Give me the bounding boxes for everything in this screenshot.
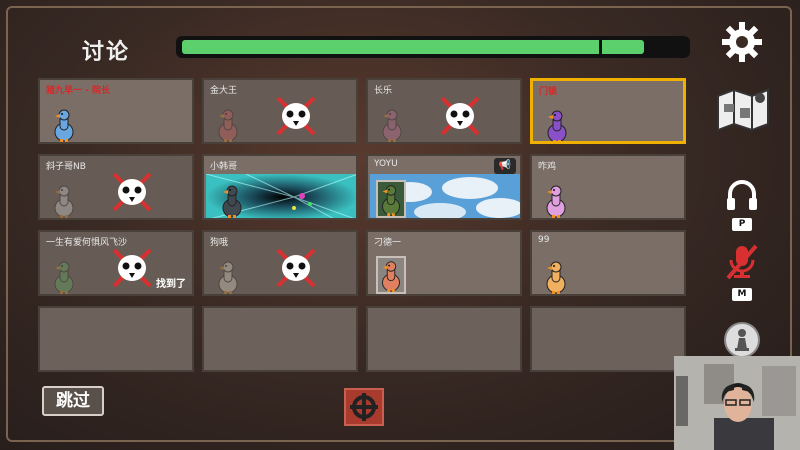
headphones-icon[interactable] xyxy=(724,178,760,212)
player-name: 金大王 xyxy=(210,86,238,96)
goose-avatar xyxy=(216,258,240,294)
megaphone-icon: 📢 xyxy=(494,158,516,174)
pawn-icon[interactable] xyxy=(724,322,760,358)
player-name: 门锁 xyxy=(539,87,558,97)
dead-skull-icon xyxy=(274,94,318,138)
player-card: 一生有爱何惧风飞沙找到了 xyxy=(38,230,194,296)
player-name: 斜子哥NB xyxy=(46,162,86,172)
player-card[interactable]: 咋鸡 xyxy=(530,154,686,220)
timer-fill xyxy=(182,40,644,54)
player-card[interactable]: 📢 YOYU xyxy=(366,154,522,220)
gear-icon[interactable] xyxy=(720,20,764,64)
player-name: 刁德一 xyxy=(374,238,402,248)
player-card[interactable]: 门锁 xyxy=(530,78,686,144)
player-name: 长乐 xyxy=(374,86,393,96)
player-name: 一生有爱何惧风飞沙 xyxy=(46,238,128,248)
empty-slot xyxy=(530,306,686,372)
meeting-title: 讨论 xyxy=(82,40,131,65)
dead-skull-icon xyxy=(110,170,154,214)
found-body-label: 找到了 xyxy=(156,279,186,290)
skip-vote-icon[interactable] xyxy=(344,388,384,426)
map-icon[interactable] xyxy=(714,86,772,132)
player-name: 狗哦 xyxy=(210,238,229,248)
discussion-timer xyxy=(176,36,690,58)
player-name: 猪九早一 - 院长 xyxy=(46,86,111,96)
timer-marker xyxy=(598,38,602,56)
skip-button[interactable]: 跳过 xyxy=(42,386,104,416)
player-name: 99 xyxy=(538,235,550,245)
voice-key-badge: P xyxy=(732,218,752,231)
player-card[interactable]: 99 xyxy=(530,230,686,296)
goose-avatar xyxy=(216,106,240,142)
player-card: 狗哦 xyxy=(202,230,358,296)
player-card: 长乐 xyxy=(366,78,522,144)
player-card[interactable]: 小韩哥 xyxy=(202,154,358,220)
dead-skull-icon xyxy=(110,246,154,290)
goose-avatar xyxy=(52,182,76,218)
mic-key-badge: M xyxy=(732,288,752,301)
player-card[interactable]: 猪九早一 - 院长 xyxy=(38,78,194,144)
dead-skull-icon xyxy=(438,94,482,138)
webcam-overlay xyxy=(674,356,800,450)
goose-avatar xyxy=(544,182,568,218)
empty-slot xyxy=(202,306,358,372)
empty-slot xyxy=(366,306,522,372)
player-name: YOYU xyxy=(374,159,398,169)
player-name: 小韩哥 xyxy=(210,162,238,172)
goose-avatar xyxy=(52,258,76,294)
goose-avatar xyxy=(380,106,404,142)
player-name: 咋鸡 xyxy=(538,162,557,172)
goose-avatar xyxy=(52,106,76,142)
empty-slot xyxy=(38,306,194,372)
goose-portrait xyxy=(376,180,406,218)
player-card: 金大王 xyxy=(202,78,358,144)
player-card[interactable]: 刁德一 xyxy=(366,230,522,296)
goose-portrait xyxy=(376,256,406,294)
mic-muted-icon[interactable] xyxy=(724,242,760,282)
player-card: 斜子哥NB xyxy=(38,154,194,220)
game-screen: 讨论 猪九早一 - 院长 金大王 长乐 门锁 斜子哥NB 小韩哥 📢 YOYU … xyxy=(0,0,800,450)
goose-avatar xyxy=(545,107,569,141)
goose-avatar xyxy=(220,182,244,218)
dead-skull-icon xyxy=(274,246,318,290)
goose-avatar xyxy=(544,258,568,294)
